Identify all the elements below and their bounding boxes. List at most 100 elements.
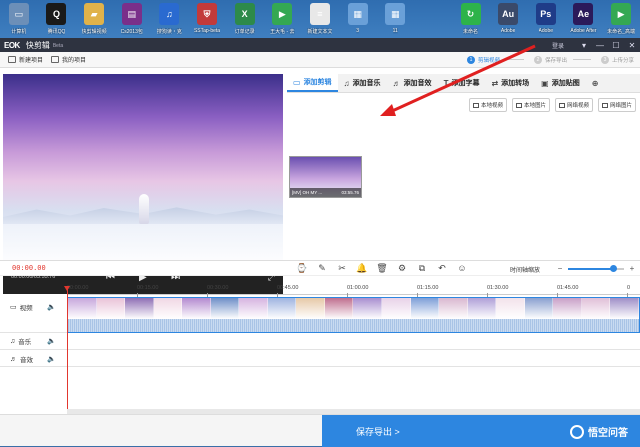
my-projects-label: 我的项目 <box>62 58 87 64</box>
timeline-ruler[interactable]: 00:00.00 00:15.00 00:30.00 00:45.00 01:00.00… <box>67 283 640 297</box>
tab-5[interactable]: ▣ 添加贴图 <box>535 74 586 92</box>
step-share[interactable]: 3 上传分享 <box>600 55 634 64</box>
media-icon <box>601 102 608 108</box>
tab-3[interactable]: T 添加字幕 <box>438 74 486 92</box>
performer-figure <box>139 194 149 224</box>
app-title: 快剪辑 <box>25 40 50 50</box>
step-export[interactable]: 2 保存导出 <box>533 55 567 64</box>
timeline-tool-icon[interactable]: ↶ <box>432 263 452 274</box>
minimize-icon[interactable]: — <box>592 41 608 50</box>
new-project-button[interactable]: 新建项目 <box>8 55 43 64</box>
timeline-tool-icon[interactable]: 🔔 <box>352 263 372 274</box>
desktop-icon[interactable]: Q 腾讯QQ <box>38 0 76 38</box>
desktop-icon[interactable]: ▶ 王大毛 - 去 <box>263 0 301 38</box>
clip-frame-thumbnail <box>610 298 639 319</box>
timeline-tool-icon[interactable]: ⧉ <box>412 263 432 274</box>
new-project-label: 新建项目 <box>19 58 44 64</box>
timeline-tool-icon[interactable]: ⚙ <box>392 263 412 274</box>
ruler-tick-label: 01:45.00 <box>557 285 579 297</box>
ruler-tick-label: 00:15.00 <box>137 285 159 297</box>
desktop-icon-label: 未命名_高端 <box>607 29 635 35</box>
add-media-button[interactable]: 本地视频 <box>468 98 507 112</box>
audio-waveform <box>68 319 639 332</box>
playhead-handle[interactable] <box>64 286 70 291</box>
tab-label: 添加音效 <box>403 80 432 87</box>
desktop-icon-label: Cs2013包 <box>120 29 143 35</box>
timeline-tool-icon[interactable]: ✂ <box>332 263 352 274</box>
zoom-slider-knob[interactable] <box>609 264 617 272</box>
tab-6[interactable]: ⊕ <box>586 74 608 92</box>
tab-0[interactable]: ▭ 添加剪辑 <box>287 74 338 92</box>
speaker-icon[interactable]: 🔈 <box>47 355 56 363</box>
zoom-in-icon[interactable]: + <box>627 264 637 273</box>
desktop-icon[interactable]: ♫ 搜狗读・克 <box>151 0 189 38</box>
ruler-tick-label: 01:00.00 <box>347 285 369 297</box>
add-media-button[interactable]: 网络视频 <box>554 98 593 112</box>
desktop-icon[interactable]: Ps Adobe <box>527 0 565 38</box>
my-projects-button[interactable]: 我的项目 <box>51 55 86 64</box>
desktop-icon[interactable]: ▭ 计算机 <box>0 0 38 38</box>
add-media-buttons: 本地视频 本地图片 网络视频 网络图片 <box>287 93 640 112</box>
step-edit[interactable]: 1 剪辑视频 <box>466 55 500 64</box>
track-divider <box>0 349 640 350</box>
desktop-app-icon: ▤ <box>121 3 142 25</box>
playhead[interactable] <box>67 286 68 411</box>
speaker-icon[interactable]: 🔈 <box>47 337 56 345</box>
desktop-icon[interactable]: ▰ 快剪辑视频 <box>75 0 113 38</box>
desktop-icon[interactable]: ▤ Cs2013包 <box>113 0 151 38</box>
zoom-slider-fill <box>568 267 613 270</box>
tab-icon: ▣ <box>541 78 549 88</box>
workflow-steps: 1 剪辑视频 2 保存导出 3 上传分享 <box>457 55 634 64</box>
tab-icon: ⇄ <box>491 78 499 88</box>
clip-frame-thumbnail <box>524 298 554 319</box>
media-clip-thumbnail[interactable]: [MV] OH MY ... 03:55.76 <box>289 156 362 198</box>
desktop-icon[interactable]: ▦ 3 <box>339 0 377 38</box>
clip-frame-thumbnail <box>267 298 297 319</box>
track-label: 视频 <box>19 305 33 312</box>
clip-frames <box>68 298 639 319</box>
clip-frame-thumbnail <box>210 298 240 319</box>
menu-dropdown-icon[interactable]: ▾ <box>576 41 592 50</box>
speaker-icon[interactable]: 🔈 <box>47 303 56 311</box>
desktop-app-icon: Q <box>46 3 67 25</box>
desktop-icon[interactable] <box>414 0 452 38</box>
timeline-zoom: − + <box>555 264 637 273</box>
zoom-slider[interactable] <box>568 264 624 272</box>
video-clip-on-track[interactable] <box>67 297 640 333</box>
add-media-button[interactable]: 本地图片 <box>511 98 550 112</box>
desktop-icon[interactable]: ⛨ SSTap-beta <box>188 0 226 38</box>
media-icon <box>558 102 565 108</box>
clip-name: [MV] OH MY ... <box>292 190 323 195</box>
save-export-button[interactable]: 保存导出 > 悟空问答 <box>322 415 640 447</box>
desktop-icon[interactable]: ▦ 11 <box>376 0 414 38</box>
timeline-tool-icon[interactable]: 🗑 <box>372 263 392 274</box>
desktop-icon[interactable]: ↻ 未命名 <box>452 0 490 38</box>
clip-frame-thumbnail <box>153 298 183 319</box>
desktop-icon-label: 新建文本文 <box>307 29 333 35</box>
desktop-icon[interactable]: ≡ 新建文本文 <box>301 0 339 38</box>
ruler-tick-label: 00:00.00 <box>67 285 89 297</box>
close-icon[interactable]: ✕ <box>624 41 640 50</box>
timeline-tool-icon[interactable]: ☺ <box>452 263 472 274</box>
desktop-icon[interactable]: X 订单记录 <box>226 0 264 38</box>
zoom-out-icon[interactable]: − <box>555 264 565 273</box>
folder-icon <box>51 56 60 63</box>
add-media-button[interactable]: 网络图片 <box>597 98 636 112</box>
tab-2[interactable]: ♬ 添加音效 <box>387 74 438 92</box>
tab-4[interactable]: ⇄ 添加转场 <box>485 74 535 92</box>
desktop-app-icon: ⛨ <box>197 3 218 25</box>
desktop-icon[interactable]: Au Adobe <box>489 0 527 38</box>
login-link[interactable]: 登录 <box>552 41 564 50</box>
add-media-label: 本地视频 <box>480 103 503 109</box>
maximize-icon[interactable]: ☐ <box>608 41 624 50</box>
desktop-app-icon <box>423 3 443 25</box>
timeline-tool-icon[interactable]: ✎ <box>312 263 332 274</box>
timeline-tool-icon[interactable]: ⌚ <box>292 263 312 274</box>
desktop-app-icon: Au <box>498 3 519 25</box>
desktop-icon[interactable]: Ae Adobe After <box>565 0 603 38</box>
add-media-label: 本地图片 <box>523 103 546 109</box>
track-video: ▭ 视频 🔈 <box>0 302 66 312</box>
video-frame[interactable] <box>3 74 283 269</box>
desktop-icon[interactable]: ▶ 未命名_高端 <box>602 0 640 38</box>
tab-1[interactable]: ♫ 添加音乐 <box>338 74 387 92</box>
